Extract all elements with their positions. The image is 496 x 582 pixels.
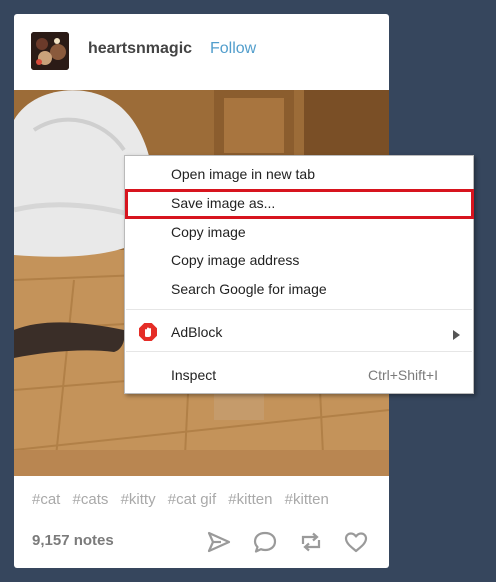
menu-item-label: Copy image	[171, 224, 246, 240]
tag-link[interactable]: #kitten	[285, 491, 329, 508]
heart-icon[interactable]	[342, 528, 370, 556]
menu-item-shortcut: Ctrl+Shift+I	[367, 367, 438, 383]
blog-avatar[interactable]	[31, 32, 69, 70]
tag-link[interactable]: #cats	[73, 491, 109, 508]
post-tags: #cat #cats #kitty #cat gif #kitten #kitt…	[32, 491, 377, 508]
tag-link[interactable]: #cat gif	[168, 491, 216, 508]
menu-item-label: Copy image address	[171, 252, 300, 268]
menu-item-label: Search Google for image	[171, 281, 327, 297]
follow-button[interactable]: Follow	[210, 40, 256, 58]
speech-bubble-icon[interactable]	[251, 528, 279, 556]
adblock-stop-icon	[139, 323, 157, 344]
menu-separator	[126, 351, 472, 352]
menu-item-label: Open image in new tab	[171, 166, 315, 182]
menu-item-copy-image[interactable]: Copy image	[126, 218, 472, 246]
context-menu: Open image in new tab Save image as... C…	[124, 155, 474, 394]
menu-item-open-image-new-tab[interactable]: Open image in new tab	[126, 160, 472, 188]
post-header: heartsnmagic Follow	[14, 14, 389, 90]
chevron-right-icon	[453, 327, 460, 343]
reblog-icon[interactable]	[297, 528, 325, 556]
tag-link[interactable]: #kitty	[121, 491, 156, 508]
menu-item-search-google-for-image[interactable]: Search Google for image	[126, 275, 472, 303]
menu-item-inspect[interactable]: Inspect Ctrl+Shift+I	[126, 361, 472, 389]
menu-item-copy-image-address[interactable]: Copy image address	[126, 246, 472, 274]
blog-name[interactable]: heartsnmagic	[88, 40, 192, 58]
tags-fade-overlay	[341, 484, 389, 514]
menu-item-adblock[interactable]: AdBlock	[126, 318, 472, 346]
notes-count[interactable]: 9,157 notes	[32, 532, 114, 549]
menu-item-label: Inspect	[171, 367, 217, 383]
menu-separator	[126, 309, 472, 310]
save-image-highlight-box	[125, 189, 474, 219]
paper-plane-icon[interactable]	[205, 528, 233, 556]
menu-item-label: AdBlock	[171, 324, 223, 340]
tag-link[interactable]: #kitten	[228, 491, 272, 508]
tag-link[interactable]: #cat	[32, 491, 60, 508]
